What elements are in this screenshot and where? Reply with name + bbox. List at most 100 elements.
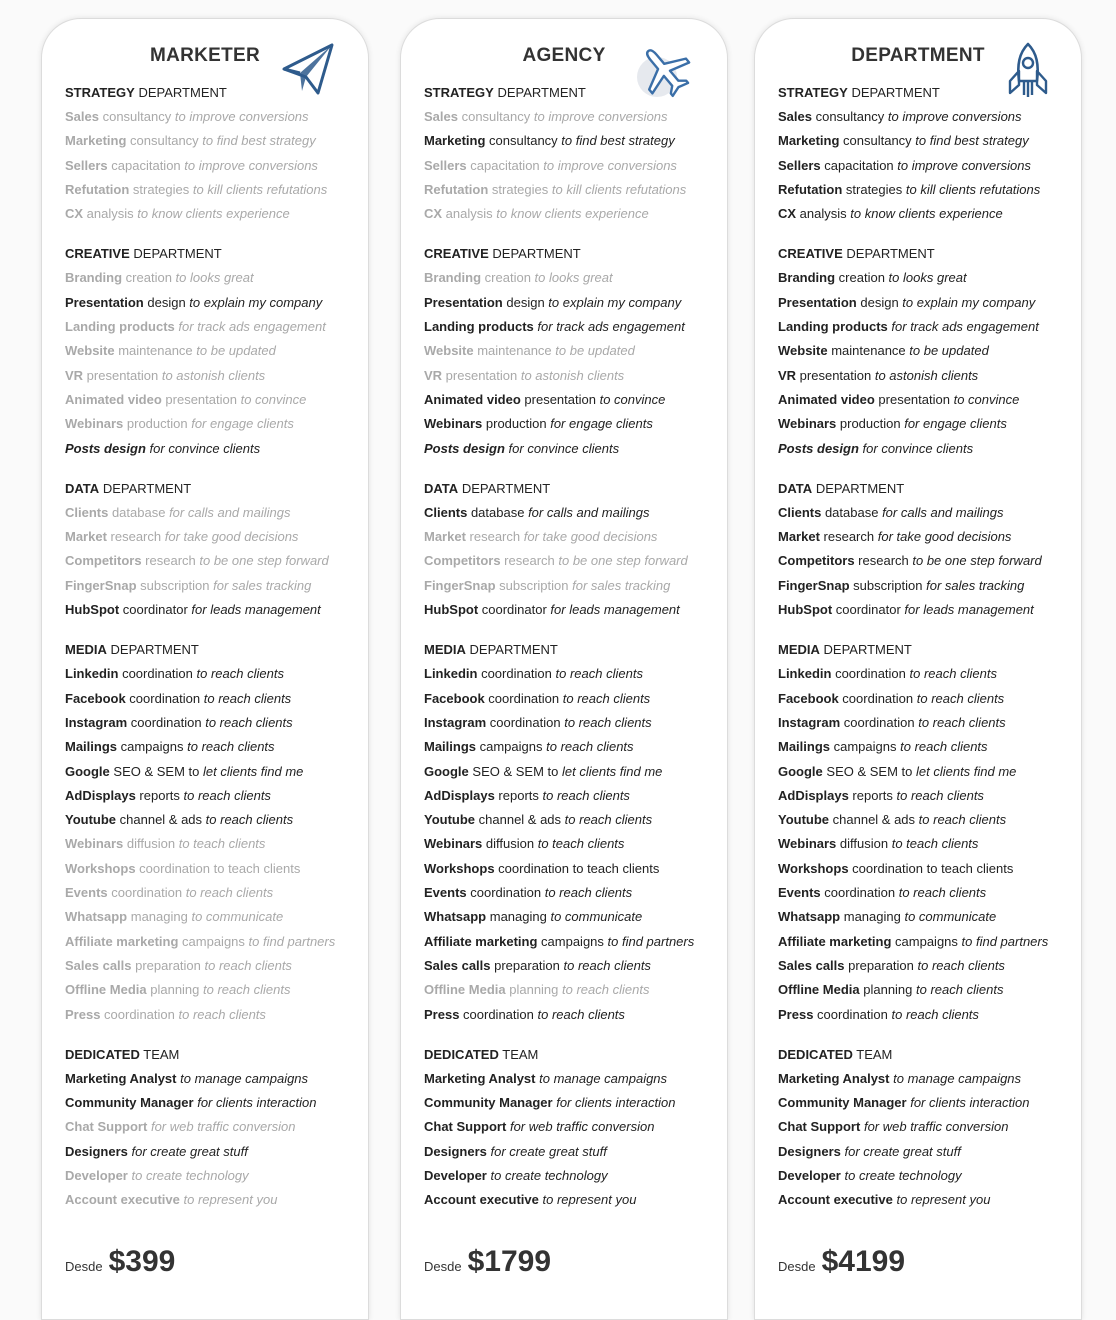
feature-connector: coordination [118, 666, 197, 682]
section-media: MEDIA DEPARTMENT Linkedin coordination to… [424, 642, 719, 1022]
feature-name: Chat Support [778, 1119, 861, 1135]
section-name: STRATEGY [65, 85, 135, 100]
feature-item: Marketing consultancy to find best strat… [424, 133, 719, 149]
feature-name: Refutation [424, 181, 489, 197]
feature-item: AdDisplays reports to reach clients [778, 788, 1073, 804]
feature-item: Google SEO & SEM to let clients find me [778, 764, 1073, 780]
feature-connector: channel & ads [829, 812, 919, 828]
feature-name: Whatsapp [424, 909, 487, 925]
feature-name: Facebook [424, 690, 485, 706]
feature-item: Instagram coordination to reach clients [778, 715, 1073, 731]
feature-item: HubSpot coordinator for leads management [65, 602, 360, 618]
feature-purpose: to reach clients [185, 885, 274, 901]
feature-purpose: for take good decisions [523, 529, 658, 545]
feature-purpose: to find partners [961, 933, 1049, 949]
section-dedicated: DEDICATED TEAM Marketing Analyst to manag… [424, 1047, 719, 1209]
feature-name: Whatsapp [778, 909, 841, 925]
feature-purpose: to communicate [904, 909, 997, 925]
feature-item: Developer to create technology [65, 1168, 360, 1184]
feature-item: Chat Support for web traffic conversion [65, 1119, 360, 1135]
feature-item: Affiliate marketing campaigns to find pa… [65, 934, 360, 950]
feature-name: Sellers [778, 157, 821, 173]
feature-item: Website maintenance to be updated [65, 343, 360, 359]
feature-item: Sellers capacitation to improve conversi… [65, 158, 360, 174]
feature-item: Webinars diffusion to teach clients [424, 836, 719, 852]
feature-connector: coordination [813, 1006, 892, 1022]
feature-purpose: for create great stuff [490, 1143, 607, 1159]
feature-connector: reports [494, 787, 543, 803]
feature-connector: coordination [466, 885, 545, 901]
feature-item: Community Manager for clients interactio… [424, 1095, 719, 1111]
feature-name: AdDisplays [65, 787, 136, 803]
feature-item: Offline Media planning to reach clients [65, 982, 360, 998]
feature-connector: consultancy [485, 133, 562, 149]
feature-connector: diffusion [123, 836, 179, 852]
feature-name: Events [65, 885, 108, 901]
feature-purpose: to astonish clients [874, 367, 979, 383]
feature-item: Posts design for convince clients [65, 441, 360, 457]
feature-item: FingerSnap subscription for sales tracki… [424, 578, 719, 594]
feature-purpose: to reach clients [205, 812, 294, 828]
feature-item: Animated video presentation to convince [778, 392, 1073, 408]
feature-name: Affiliate marketing [424, 933, 538, 949]
section-name: MEDIA [65, 642, 107, 658]
feature-name: Website [65, 343, 115, 359]
feature-purpose: to convince [599, 391, 666, 407]
feature-purpose: to reach clients [204, 957, 292, 973]
plan-card-department: DEPARTMENT STRATEGY DEPARTMENT Sales cons… [754, 18, 1082, 1320]
feature-connector: planning [505, 982, 563, 998]
feature-name: Sales [65, 109, 99, 124]
feature-purpose: to reach clients [564, 714, 652, 730]
feature-purpose: to find best strategy [202, 133, 316, 149]
feature-connector: production [482, 416, 551, 432]
feature-name: Chat Support [65, 1119, 148, 1135]
feature-item: AdDisplays reports to reach clients [65, 788, 360, 804]
feature-purpose: to be updated [196, 343, 276, 359]
feature-name: FingerSnap [778, 577, 850, 593]
plan-card-marketer: MARKETER STRATEGY DEPARTMENT Sales consul… [41, 18, 369, 1320]
feature-item: Clients database for calls and mailings [778, 505, 1073, 521]
section-strategy: STRATEGY DEPARTMENT Sales consultancy to … [424, 85, 719, 222]
section-suffix: TEAM [502, 1046, 539, 1062]
feature-purpose: to reach clients [563, 957, 651, 973]
feature-purpose: for create great stuff [131, 1143, 248, 1159]
feature-name: Webinars [424, 836, 483, 852]
feature-connector: channel & ads [116, 812, 206, 828]
feature-item: Whatsapp managing to communicate [424, 909, 719, 925]
feature-connector: research [106, 529, 165, 545]
feature-item: FingerSnap subscription for sales tracki… [778, 578, 1073, 594]
feature-connector: campaigns [476, 739, 547, 755]
feature-connector: diffusion [482, 836, 538, 852]
feature-name: Webinars [65, 836, 124, 852]
feature-purpose: to reach clients [916, 982, 1004, 998]
feature-name: Posts design [65, 440, 146, 456]
feature-item: Branding creation to looks great [424, 270, 719, 286]
feature-item: Developer to create technology [424, 1168, 719, 1184]
feature-connector: analysis [83, 206, 138, 222]
feature-purpose: to reach clients [896, 787, 984, 803]
feature-connector: coordination to teach clients [135, 860, 301, 876]
feature-name: Website [424, 343, 474, 359]
price-amount: $4199 [821, 1245, 906, 1278]
feature-purpose: to reach clients [898, 885, 987, 901]
feature-connector: research [465, 529, 524, 545]
feature-purpose: for take good decisions [877, 529, 1012, 545]
feature-name: Marketing [424, 133, 486, 149]
feature-item: Workshops coordination to teach clients [65, 861, 360, 877]
feature-purpose: to reach clients [546, 739, 634, 755]
section-heading: DEDICATED TEAM [424, 1047, 719, 1063]
feature-item: CX analysis to know clients experience [424, 206, 719, 222]
feature-connector: database [467, 504, 529, 520]
section-suffix: DEPARTMENT [102, 480, 192, 496]
feature-purpose: let clients find me [561, 763, 663, 779]
feature-connector: diffusion [836, 836, 892, 852]
feature-connector: presentation [520, 391, 600, 407]
feature-connector: preparation [490, 957, 564, 973]
feature-connector: planning [859, 982, 917, 998]
feature-purpose: to find partners [248, 933, 336, 949]
feature-purpose: let clients find me [202, 763, 304, 779]
feature-connector: production [836, 416, 905, 432]
feature-connector: coordination [838, 690, 917, 706]
feature-connector: presentation [874, 391, 954, 407]
feature-item: Facebook coordination to reach clients [778, 691, 1073, 707]
